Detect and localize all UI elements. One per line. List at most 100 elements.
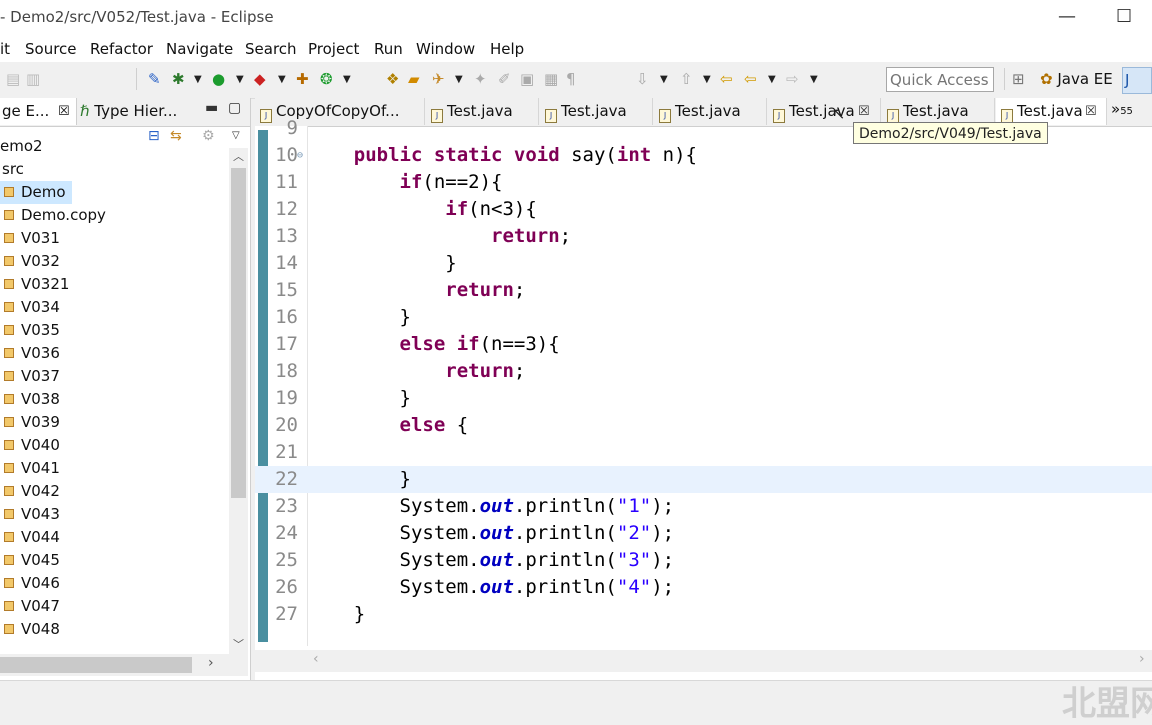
code-token: ); bbox=[651, 522, 675, 544]
chevron-down-icon[interactable]: ▼ bbox=[236, 74, 244, 85]
perspective-java[interactable]: J bbox=[1122, 67, 1152, 94]
tree-horizontal-scrollbar[interactable]: › bbox=[0, 654, 248, 676]
code-line[interactable]: 15 return; bbox=[255, 277, 1152, 304]
pen-icon[interactable]: ✐ bbox=[498, 70, 511, 88]
code-text: System.out.println("1"); bbox=[308, 493, 675, 520]
close-icon[interactable]: ☒ bbox=[58, 98, 70, 125]
code-line[interactable]: 12 if(n<3){ bbox=[255, 196, 1152, 223]
chevron-up-icon[interactable]: ︿ bbox=[233, 148, 244, 164]
view-menu-icon[interactable]: ▽ bbox=[232, 130, 240, 141]
tree-vertical-scrollbar[interactable]: ︿ ﹀ bbox=[229, 148, 248, 654]
back-icon[interactable]: ⇦ bbox=[744, 70, 757, 88]
chevron-down-icon[interactable]: ▼ bbox=[703, 74, 711, 85]
chevron-down-icon[interactable]: ▼ bbox=[278, 74, 286, 85]
forward-icon[interactable]: ⇨ bbox=[786, 70, 799, 88]
run-icon[interactable]: ● bbox=[212, 70, 225, 88]
code-line[interactable]: 18 return; bbox=[255, 358, 1152, 385]
external-tools-icon[interactable]: ❂ bbox=[320, 70, 333, 88]
line-number: 25 bbox=[275, 549, 298, 571]
coverage-icon[interactable]: ◆ bbox=[254, 70, 266, 88]
new-class-icon[interactable]: ✚ bbox=[296, 70, 309, 88]
collapse-all-icon[interactable]: ⊟ bbox=[148, 128, 160, 144]
code-line[interactable]: 20 else { bbox=[255, 412, 1152, 439]
menu-run[interactable]: Run bbox=[374, 40, 403, 58]
menu-project[interactable]: Project bbox=[308, 40, 359, 58]
tab-package-explorer[interactable]: ge E... ☒ bbox=[0, 98, 77, 125]
code-text: System.out.println("4"); bbox=[308, 574, 675, 601]
code-line[interactable]: 14 } bbox=[255, 250, 1152, 277]
last-edit-icon[interactable]: ⇦ bbox=[720, 70, 733, 88]
package-icon bbox=[4, 624, 14, 634]
chevron-right-icon[interactable]: › bbox=[208, 655, 214, 671]
code-text: if(n<3){ bbox=[308, 196, 537, 223]
code-line[interactable]: 13 return; bbox=[255, 223, 1152, 250]
debug-icon[interactable]: ✎ bbox=[148, 70, 161, 88]
menu-navigate[interactable]: Navigate bbox=[166, 40, 233, 58]
chevron-down-icon[interactable]: ﹀ bbox=[233, 636, 244, 652]
toggle-mark-icon[interactable]: ▣ bbox=[520, 70, 534, 88]
search-icon[interactable]: ✈ bbox=[432, 70, 445, 88]
minimize-view-icon[interactable]: ▬ bbox=[205, 100, 218, 116]
code-token: ; bbox=[513, 360, 526, 382]
open-type-icon[interactable]: ❖ bbox=[386, 70, 399, 88]
menu-source[interactable]: Source bbox=[25, 40, 77, 58]
menu-edit[interactable]: it bbox=[0, 40, 10, 58]
scrollbar-thumb[interactable] bbox=[231, 168, 246, 498]
code-line[interactable]: 26 System.out.println("4"); bbox=[255, 574, 1152, 601]
minimize-button[interactable]: — bbox=[1058, 6, 1076, 27]
field-token: out bbox=[479, 576, 514, 598]
chevron-left-icon[interactable]: ‹ bbox=[313, 651, 319, 667]
next-annotation-icon[interactable]: ⇩ bbox=[636, 70, 649, 88]
chevron-down-icon[interactable]: ▼ bbox=[343, 74, 351, 85]
code-line[interactable]: 24 System.out.println("2"); bbox=[255, 520, 1152, 547]
prev-annotation-icon[interactable]: ⇧ bbox=[680, 70, 693, 88]
annotation-icon[interactable]: ✦ bbox=[474, 70, 487, 88]
chevron-down-icon[interactable]: ▼ bbox=[660, 74, 668, 85]
menu-help[interactable]: Help bbox=[490, 40, 524, 58]
menu-search[interactable]: Search bbox=[245, 40, 297, 58]
menu-window[interactable]: Window bbox=[416, 40, 475, 58]
code-line[interactable]: 23 System.out.println("1"); bbox=[255, 493, 1152, 520]
code-line[interactable]: 22 } bbox=[255, 466, 1152, 493]
code-text: System.out.println("3"); bbox=[308, 547, 675, 574]
print-icon[interactable]: ▥ bbox=[26, 70, 40, 88]
focus-icon[interactable]: ⚙ bbox=[202, 128, 215, 144]
package-icon bbox=[4, 371, 14, 381]
code-line[interactable]: 25 System.out.println("3"); bbox=[255, 547, 1152, 574]
code-area[interactable]: 9 10 public static void say(int n){⊖ 11 if… bbox=[255, 117, 1152, 648]
tree-item[interactable]: Demo bbox=[0, 181, 72, 204]
chevron-down-icon[interactable]: ▼ bbox=[194, 74, 202, 85]
code-line[interactable]: 10 public static void say(int n){⊖ bbox=[255, 142, 1152, 169]
maximize-view-icon[interactable]: ▢ bbox=[228, 100, 241, 116]
code-line[interactable]: 11 if(n==2){ bbox=[255, 169, 1152, 196]
code-line[interactable]: 27 } bbox=[255, 601, 1152, 628]
tab-type-hierarchy[interactable]: ℏ Type Hier... bbox=[78, 98, 196, 125]
fold-icon[interactable]: ⊖ bbox=[297, 142, 303, 169]
code-line[interactable]: 17 else if(n==3){ bbox=[255, 331, 1152, 358]
link-editor-icon[interactable]: ⇆ bbox=[170, 128, 182, 144]
editor-horizontal-scrollbar[interactable]: ‹ › bbox=[255, 650, 1152, 672]
bug-icon[interactable]: ✱ bbox=[172, 70, 185, 88]
code-token: } bbox=[308, 252, 457, 274]
code-text: if(n==2){ bbox=[308, 169, 503, 196]
toolbar-separator bbox=[136, 68, 137, 90]
quick-access-input[interactable] bbox=[886, 67, 994, 92]
block-select-icon[interactable]: ▦ bbox=[544, 70, 558, 88]
code-line[interactable]: 19 } bbox=[255, 385, 1152, 412]
chevron-down-icon[interactable]: ▼ bbox=[810, 74, 818, 85]
chevron-right-icon[interactable]: › bbox=[1139, 651, 1145, 667]
code-line[interactable]: 21 bbox=[255, 439, 1152, 466]
whitespace-icon[interactable]: ¶ bbox=[566, 70, 576, 88]
chevron-down-icon[interactable]: ▼ bbox=[455, 74, 463, 85]
save-all-icon[interactable]: ▤ bbox=[6, 70, 20, 88]
maximize-button[interactable]: ☐ bbox=[1116, 6, 1132, 27]
chevron-down-icon[interactable]: ▼ bbox=[768, 74, 776, 85]
perspective-java-ee[interactable]: ✿ Java EE bbox=[1040, 70, 1113, 88]
menu-refactor[interactable]: Refactor bbox=[90, 40, 153, 58]
scrollbar-thumb[interactable] bbox=[0, 657, 192, 673]
open-perspective-icon[interactable]: ⊞ bbox=[1012, 70, 1025, 88]
field-token: out bbox=[479, 549, 514, 571]
code-line[interactable]: 16 } bbox=[255, 304, 1152, 331]
open-task-icon[interactable]: ▰ bbox=[408, 70, 420, 88]
